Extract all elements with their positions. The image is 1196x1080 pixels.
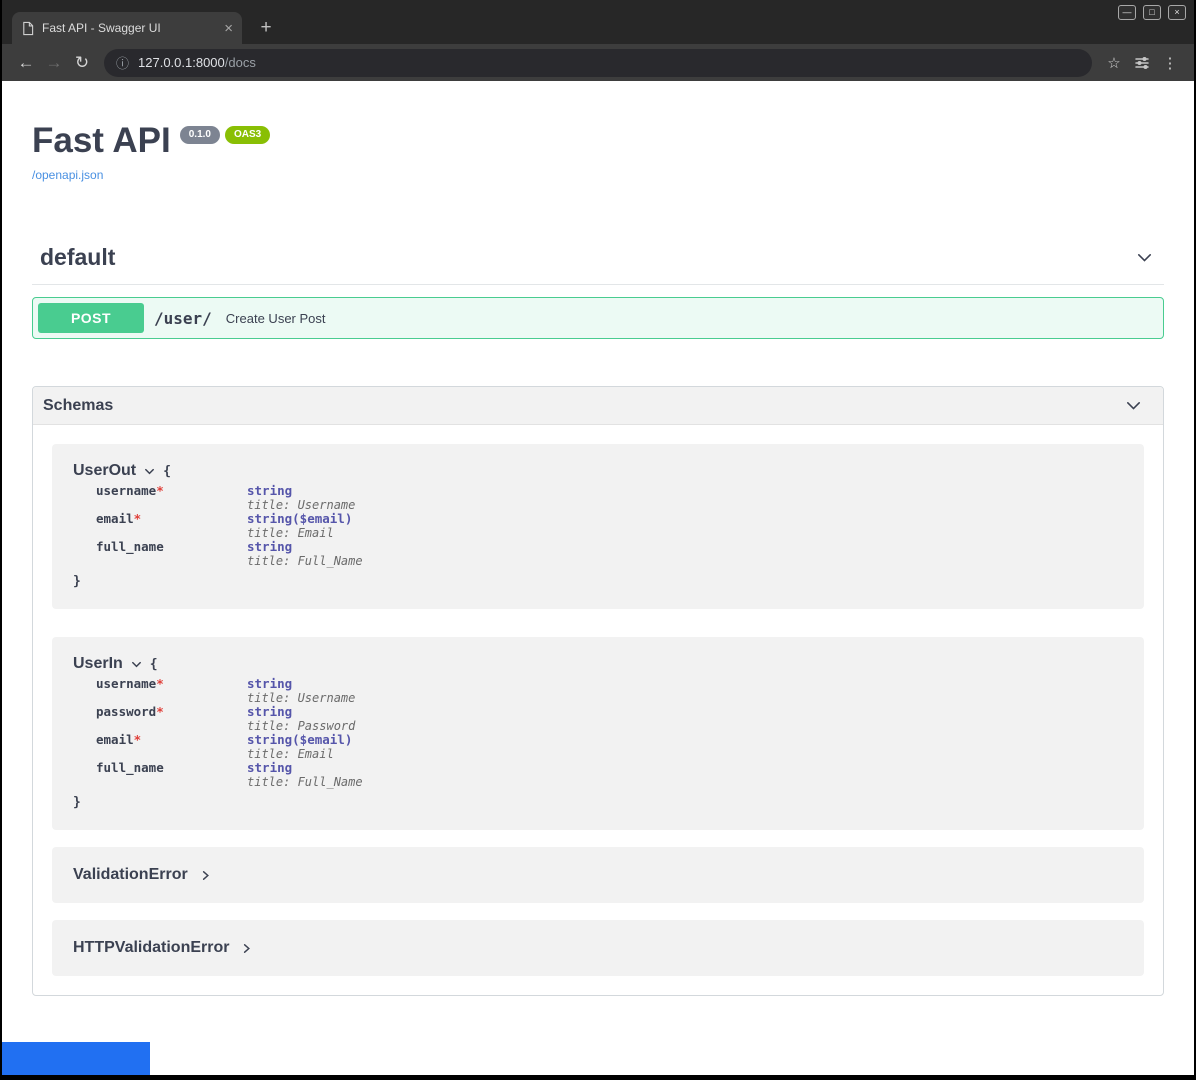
property-row: email* string($email) title: Email bbox=[96, 512, 1124, 540]
site-info-icon[interactable]: ⓘ bbox=[116, 53, 129, 72]
required-star: * bbox=[134, 732, 142, 747]
open-brace: { bbox=[150, 657, 158, 672]
maximize-button[interactable]: □ bbox=[1143, 5, 1161, 20]
address-bar[interactable]: ⓘ 127.0.0.1:8000/docs bbox=[104, 49, 1092, 77]
property-title: title: Username bbox=[247, 498, 355, 512]
endpoint-path: /user/ bbox=[154, 309, 212, 328]
tab-close-icon[interactable]: × bbox=[224, 21, 233, 36]
property-row: email* string($email) title: Email bbox=[96, 733, 1124, 761]
chevron-right-icon bbox=[199, 869, 212, 882]
schemas-section: Schemas UserOut { bbox=[32, 386, 1164, 996]
status-popup bbox=[2, 1042, 150, 1075]
reload-button[interactable]: ↻ bbox=[68, 49, 96, 77]
required-star: * bbox=[156, 704, 164, 719]
browser-tab[interactable]: Fast API - Swagger UI × bbox=[12, 12, 242, 44]
property-row: username* string title: Username bbox=[96, 677, 1124, 705]
chevron-down-icon bbox=[130, 658, 143, 671]
chevron-down-icon bbox=[143, 465, 156, 478]
property-row: username* string title: Username bbox=[96, 484, 1124, 512]
model-name: ValidationError bbox=[73, 866, 188, 884]
model-userin-toggle[interactable]: UserIn { bbox=[73, 655, 1124, 673]
url-path: /docs bbox=[225, 55, 256, 70]
property-name: email bbox=[96, 732, 134, 747]
page-favicon-icon bbox=[21, 21, 34, 36]
model-httpvalidationerror[interactable]: HTTPValidationError bbox=[52, 920, 1144, 976]
schemas-title: Schemas bbox=[43, 397, 113, 415]
model-name: UserOut bbox=[73, 462, 136, 480]
chevron-down-icon bbox=[1124, 396, 1143, 415]
property-row: full_name string title: Full_Name bbox=[96, 761, 1124, 789]
property-row: full_name string title: Full_Name bbox=[96, 540, 1124, 568]
minimize-button[interactable]: — bbox=[1118, 5, 1136, 20]
model-name: HTTPValidationError bbox=[73, 939, 229, 957]
property-title: title: Email bbox=[247, 526, 352, 540]
property-title: title: Full_Name bbox=[247, 554, 363, 568]
endpoint-summary: Create User Post bbox=[226, 311, 326, 326]
property-type: string bbox=[247, 677, 355, 691]
chevron-right-icon bbox=[240, 942, 253, 955]
schemas-body: UserOut { username* string ti bbox=[33, 425, 1163, 995]
browser-window: Fast API - Swagger UI × + — □ × ← → ↻ ⓘ … bbox=[2, 0, 1194, 1075]
property-type: string bbox=[247, 484, 355, 498]
version-badge: 0.1.0 bbox=[180, 126, 220, 144]
required-star: * bbox=[156, 483, 164, 498]
section-default[interactable]: default bbox=[32, 236, 1164, 285]
open-brace: { bbox=[163, 464, 171, 479]
property-title: title: Username bbox=[247, 691, 355, 705]
http-method-badge: POST bbox=[38, 303, 144, 333]
api-title-text: Fast API bbox=[32, 123, 171, 159]
property-type: string bbox=[247, 705, 355, 719]
property-type: string bbox=[247, 540, 363, 554]
close-brace: } bbox=[73, 795, 1124, 810]
property-type: string($email) bbox=[247, 512, 352, 526]
menu-icon[interactable]: ⋮ bbox=[1156, 49, 1184, 77]
forward-button[interactable]: → bbox=[40, 49, 68, 77]
property-name: username bbox=[96, 676, 156, 691]
model-userout-toggle[interactable]: UserOut { bbox=[73, 462, 1124, 480]
page-title: Fast API 0.1.0 OAS3 bbox=[32, 123, 1164, 159]
api-info: Fast API 0.1.0 OAS3 /openapi.json bbox=[32, 123, 1164, 184]
new-tab-button[interactable]: + bbox=[252, 14, 280, 42]
url-host: 127.0.0.1:8000 bbox=[138, 55, 225, 70]
section-default-title: default bbox=[40, 244, 115, 271]
property-name: full_name bbox=[96, 539, 164, 554]
property-type: string bbox=[247, 761, 363, 775]
model-properties: username* string title: Username passwor… bbox=[96, 677, 1124, 789]
property-title: title: Password bbox=[247, 719, 355, 733]
model-userout: UserOut { username* string ti bbox=[52, 444, 1144, 609]
tab-title: Fast API - Swagger UI bbox=[42, 21, 216, 35]
oas3-badge: OAS3 bbox=[225, 126, 270, 144]
openapi-json-link[interactable]: /openapi.json bbox=[32, 168, 103, 182]
property-title: title: Email bbox=[247, 747, 352, 761]
browser-toolbar: ← → ↻ ⓘ 127.0.0.1:8000/docs ☆ ⋮ bbox=[2, 44, 1194, 81]
bookmark-star-icon[interactable]: ☆ bbox=[1100, 49, 1128, 77]
schemas-header[interactable]: Schemas bbox=[33, 387, 1163, 425]
sliders-icon[interactable] bbox=[1128, 49, 1156, 77]
model-userin: UserIn { username* string tit bbox=[52, 637, 1144, 830]
required-star: * bbox=[156, 676, 164, 691]
close-brace: } bbox=[73, 574, 1124, 589]
url-text: 127.0.0.1:8000/docs bbox=[138, 55, 256, 70]
chevron-down-icon bbox=[1135, 248, 1154, 267]
window-controls: — □ × bbox=[1118, 5, 1186, 20]
model-properties: username* string title: Username email* … bbox=[96, 484, 1124, 568]
property-type: string($email) bbox=[247, 733, 352, 747]
property-name: username bbox=[96, 483, 156, 498]
property-row: password* string title: Password bbox=[96, 705, 1124, 733]
close-button[interactable]: × bbox=[1168, 5, 1186, 20]
page-content: Fast API 0.1.0 OAS3 /openapi.json defaul… bbox=[2, 81, 1194, 1075]
window-titlebar: Fast API - Swagger UI × + — □ × bbox=[2, 0, 1194, 44]
property-title: title: Full_Name bbox=[247, 775, 363, 789]
property-name: full_name bbox=[96, 760, 164, 775]
model-name: UserIn bbox=[73, 655, 123, 673]
property-name: password bbox=[96, 704, 156, 719]
required-star: * bbox=[134, 511, 142, 526]
model-validationerror[interactable]: ValidationError bbox=[52, 847, 1144, 903]
back-button[interactable]: ← bbox=[12, 49, 40, 77]
endpoint-post-user[interactable]: POST /user/ Create User Post bbox=[32, 297, 1164, 339]
property-name: email bbox=[96, 511, 134, 526]
